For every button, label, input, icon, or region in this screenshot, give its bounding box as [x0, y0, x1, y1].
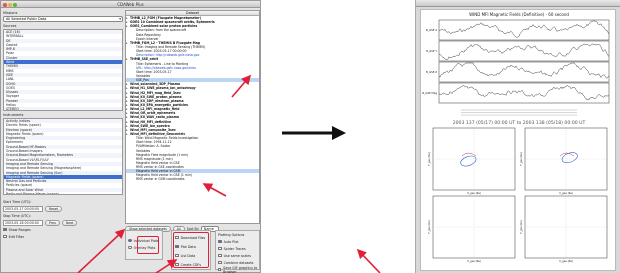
arrow-to-options — [356, 248, 381, 273]
plot-window-titlebar — [416, 0, 620, 7]
window-title: CDAWeb Plus — [117, 2, 144, 7]
plot-output-window: WIND MFI Magnetic Fields (Definitive) - … — [415, 0, 620, 273]
individual-plots-radio[interactable] — [128, 238, 132, 243]
instruments-list[interactable]: Activity Indices Electric Fields (space) E… — [3, 118, 123, 195]
orbit-y-label: Y_gse (Re) — [427, 220, 431, 234]
orbit-y-label: Y_gse (Re) — [427, 152, 431, 166]
plotting-option-label: Combine datasets — [223, 260, 254, 265]
plotting-option-label: Save GIF graphics to Browser — [223, 265, 258, 273]
plotting-option-row: Save GIF graphics to Browser — [216, 266, 259, 273]
plotting-option-label: Auto Plot — [223, 239, 239, 244]
dataset-tree-row-label: RMS vector in GSM coordinates — [136, 177, 185, 182]
prev-button[interactable]: Prev — [45, 219, 60, 226]
timeseries-title: WIND MFI Magnetic Fields (Definitive) - … — [469, 12, 569, 17]
missions-select-value: All Selected Public Data — [6, 17, 47, 21]
timeseries-trace — [438, 62, 610, 79]
orbit-track — [559, 152, 575, 157]
orbit-x-label: X_gse (Re) — [559, 191, 573, 195]
timeseries-panel-label: B_GSE Y — [426, 49, 437, 53]
plot-page: WIND MFI Magnetic Fields (Definitive) - … — [420, 9, 616, 271]
plotting-option-checkbox[interactable] — [218, 267, 222, 272]
plotting-option-checkbox[interactable] — [218, 239, 222, 244]
start-time-field[interactable]: 2003-05-17 00:00:00 — [3, 205, 43, 212]
sources-label: Sources — [3, 24, 17, 28]
plotting-option-row: Auto Plot — [216, 238, 259, 245]
orbit-x-label: X_gse (Re) — [559, 259, 573, 263]
orbit-ellipse — [460, 155, 477, 167]
orbit-ellipse — [561, 152, 578, 163]
timeseries-trace — [438, 43, 610, 61]
timeseries-panel-label: B_GSE X — [426, 28, 437, 32]
plotting-option-row: Use same scales — [216, 252, 259, 259]
timeseries-panel-label: B_GSE Z — [426, 70, 437, 74]
highlight-box-plot-mode — [137, 236, 159, 254]
result-arrow-icon — [282, 126, 346, 140]
dataset-tree[interactable]: Dataset ▸ THMB_L2_FGM (Fluxgate Magnetome… — [125, 10, 260, 224]
plotting-option-checkbox[interactable] — [218, 253, 222, 258]
plotting-options-group: Plotting Options Auto Plot Spider Traces U… — [215, 230, 260, 273]
orbit-track — [461, 152, 477, 157]
plotting-option-checkbox[interactable] — [218, 260, 222, 265]
show-ranges-label: Show Ranges — [8, 227, 31, 232]
plot-canvas: WIND MFI Magnetic Fields (Definitive) - … — [422, 12, 610, 263]
orbit-y-label: Y_gse (Re) — [519, 152, 523, 166]
plotting-options-title: Plotting Options — [218, 232, 245, 237]
action-options: Individual Plots Overlay Plots Download … — [125, 228, 260, 273]
selection-pane: Missions All Selected Public Data ▾ Sour… — [3, 10, 123, 272]
orbit-y-label: Y_gse (Re) — [519, 220, 523, 234]
timeseries-panel-label: B_GSE Mag — [422, 91, 437, 95]
plotting-option-label: Spider Traces — [223, 246, 246, 251]
sources-list[interactable]: ACE (16) INTERBALL DE Geotail IMP-8 Polar Clus… — [3, 29, 123, 111]
orbit-x-label: X_gse (Re) — [467, 259, 481, 263]
missions-label: Missions — [3, 11, 18, 15]
time-controls: Start Time (UTC): 2003-05-17 00:00:00 Re… — [3, 198, 123, 240]
reset-button[interactable]: Reset — [45, 205, 62, 212]
show-ranges-checkbox[interactable] — [3, 227, 7, 232]
overlay-plots-radio[interactable] — [128, 245, 132, 250]
plotting-option-row: Spider Traces — [216, 245, 259, 252]
missions-select[interactable]: All Selected Public Data ▾ — [3, 16, 123, 22]
chevron-down-icon: ▾ — [119, 17, 121, 21]
instruments-label: Instruments — [3, 113, 24, 117]
plotting-option-label: Use same scales — [223, 253, 252, 258]
stop-time-label: Stop Time (UTC): — [3, 213, 31, 218]
figure-composite: CDAWeb Plus Missions All Selected Public… — [0, 0, 620, 273]
edit-filter-checkbox[interactable] — [3, 234, 7, 239]
orbit-title: 2003 137 (05/17) 00:00 UT to 2003 138 (0… — [453, 120, 586, 126]
timeseries-panel-frame — [438, 19, 610, 41]
dataset-pane: Dataset ▸ THMB_L2_FGM (Fluxgate Magnetome… — [125, 10, 260, 273]
timeseries-trace — [438, 20, 610, 38]
instrument-list-item[interactable]: Radio and Plasma Waves (space) — [4, 192, 122, 194]
timeseries-trace — [438, 85, 610, 101]
start-time-label: Start Time (UTC): — [3, 199, 32, 204]
edit-filter-label: Edit Filter — [8, 234, 25, 239]
dataset-tree-row[interactable]: RMS vector in GSM coordinates — [126, 177, 259, 181]
window-titlebar: CDAWeb Plus — [1, 1, 260, 8]
source-list-item[interactable]: STEREO — [4, 107, 122, 110]
orbit-x-label: X_gse (Re) — [467, 191, 481, 195]
stop-time-field[interactable]: 2003-05-18 00:00:00 — [3, 219, 43, 226]
timeseries-panel-frame — [438, 61, 610, 83]
plotting-option-checkbox[interactable] — [218, 246, 222, 251]
next-button[interactable]: Next — [61, 219, 78, 226]
cdaweb-app-window: CDAWeb Plus Missions All Selected Public… — [0, 0, 261, 273]
highlight-box-actions — [173, 232, 209, 268]
